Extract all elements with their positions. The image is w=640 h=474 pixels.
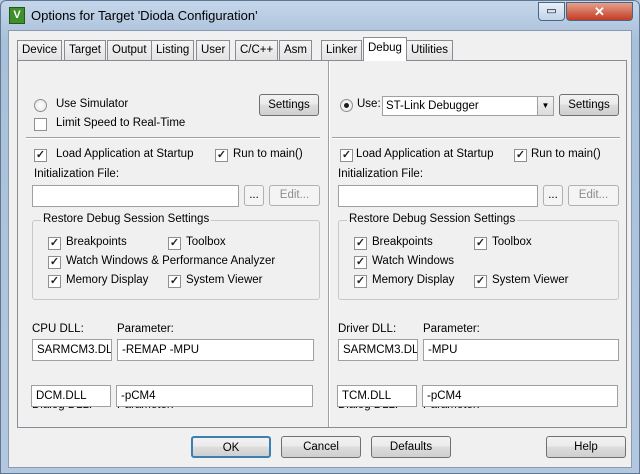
- left-load-app-checkbox[interactable]: ✓: [34, 149, 47, 162]
- right-run-to-main-label: Run to main(): [531, 148, 601, 160]
- left-dialog-dll-field[interactable]: DCM.DLL: [31, 385, 111, 407]
- tab-device[interactable]: Device: [17, 40, 63, 60]
- restore-window-button[interactable]: ▭: [538, 2, 565, 21]
- left-watch-checkbox[interactable]: ✓: [48, 256, 61, 269]
- tab-target[interactable]: Target: [64, 40, 106, 60]
- driver-param-input[interactable]: -MPU: [423, 339, 619, 361]
- tab-c-cpp[interactable]: C/C++: [235, 40, 279, 60]
- right-restore-title: Restore Debug Session Settings: [347, 213, 518, 225]
- right-breakpoints-checkbox[interactable]: ✓: [354, 237, 367, 250]
- dialog-client-area: Device Target Output Listing User C/C++ …: [8, 30, 632, 468]
- options-dialog-window: V Options for Target 'Dioda Configuratio…: [0, 0, 640, 474]
- use-simulator-label: Use Simulator: [56, 98, 129, 110]
- simulator-settings-button[interactable]: Settings: [259, 94, 319, 116]
- right-system-viewer-checkbox[interactable]: ✓: [474, 275, 487, 288]
- tab-debug[interactable]: Debug: [363, 37, 407, 61]
- right-init-file-label: Initialization File:: [338, 168, 424, 180]
- left-toolbox-label: Toolbox: [186, 236, 226, 248]
- left-run-to-main-label: Run to main(): [233, 148, 303, 160]
- right-load-app-label: Load Application at Startup: [356, 148, 494, 160]
- left-init-file-input[interactable]: [32, 185, 239, 207]
- ok-button[interactable]: OK: [191, 436, 271, 458]
- tab-linker[interactable]: Linker: [321, 40, 363, 60]
- right-run-to-main-checkbox[interactable]: ✓: [514, 149, 527, 162]
- defaults-button[interactable]: Defaults: [371, 436, 451, 458]
- left-memory-checkbox[interactable]: ✓: [48, 275, 61, 288]
- right-toolbox-label: Toolbox: [492, 236, 532, 248]
- right-dialog-dll-input[interactable]: TCM.DLL: [337, 385, 417, 407]
- left-breakpoints-checkbox[interactable]: ✓: [48, 237, 61, 250]
- left-watch-label: Watch Windows & Performance Analyzer: [66, 255, 276, 267]
- help-button[interactable]: Help: [546, 436, 626, 458]
- use-label: Use:: [357, 98, 381, 110]
- right-dialog-param-input[interactable]: -pCM4: [422, 385, 618, 407]
- driver-dll-label: Driver DLL:: [338, 323, 397, 335]
- right-toolbox-checkbox[interactable]: ✓: [474, 237, 487, 250]
- right-edit-button[interactable]: Edit...: [568, 185, 619, 206]
- right-memory-checkbox[interactable]: ✓: [354, 275, 367, 288]
- debug-tab-panel: Use Simulator Settings Limit Speed to Re…: [17, 60, 627, 428]
- cpu-dll-input[interactable]: SARMCM3.DLL: [32, 339, 112, 361]
- left-edit-button[interactable]: Edit...: [269, 185, 320, 206]
- debugger-settings-button[interactable]: Settings: [559, 94, 619, 116]
- right-memory-label: Memory Display: [372, 274, 455, 286]
- chevron-down-icon[interactable]: ▼: [537, 97, 553, 115]
- left-load-app-label: Load Application at Startup: [56, 148, 194, 160]
- left-toolbox-checkbox[interactable]: ✓: [168, 237, 181, 250]
- right-system-viewer-label: System Viewer: [492, 274, 569, 286]
- use-simulator-radio[interactable]: [34, 99, 47, 112]
- right-browse-button[interactable]: ...: [543, 185, 563, 206]
- right-load-app-checkbox[interactable]: ✓: [340, 149, 353, 162]
- column-divider: [328, 61, 330, 427]
- debugger-select-value: ST-Link Debugger: [386, 100, 479, 112]
- keil-app-icon: V: [9, 7, 25, 24]
- cancel-button[interactable]: Cancel: [281, 436, 361, 458]
- cpu-param-label: Parameter:: [117, 323, 174, 335]
- left-run-to-main-checkbox[interactable]: ✓: [215, 149, 228, 162]
- left-breakpoints-label: Breakpoints: [66, 236, 127, 248]
- tab-user[interactable]: User: [196, 40, 231, 60]
- left-dialog-param-input[interactable]: -pCM4: [116, 385, 313, 407]
- driver-dll-input[interactable]: SARMCM3.DLL: [338, 339, 418, 361]
- tab-listing[interactable]: Listing: [151, 40, 195, 60]
- use-debugger-radio[interactable]: [340, 99, 353, 112]
- title-bar[interactable]: V Options for Target 'Dioda Configuratio…: [1, 1, 639, 31]
- left-system-viewer-checkbox[interactable]: ✓: [168, 275, 181, 288]
- left-separator: [26, 137, 320, 139]
- cpu-dll-label: CPU DLL:: [32, 323, 84, 335]
- tab-asm[interactable]: Asm: [279, 40, 312, 60]
- right-watch-label: Watch Windows: [372, 255, 455, 267]
- left-memory-label: Memory Display: [66, 274, 149, 286]
- left-restore-title: Restore Debug Session Settings: [41, 213, 212, 225]
- driver-param-label: Parameter:: [423, 323, 480, 335]
- right-breakpoints-label: Breakpoints: [372, 236, 433, 248]
- left-system-viewer-label: System Viewer: [186, 274, 263, 286]
- cpu-param-input[interactable]: -REMAP -MPU: [117, 339, 314, 361]
- left-browse-button[interactable]: ...: [244, 185, 264, 206]
- close-button[interactable]: ✕: [566, 2, 633, 21]
- right-watch-checkbox[interactable]: ✓: [354, 256, 367, 269]
- limit-speed-label: Limit Speed to Real-Time: [56, 117, 186, 129]
- window-title: Options for Target 'Dioda Configuration': [31, 8, 258, 23]
- tab-utilities[interactable]: Utilities: [406, 40, 454, 60]
- debugger-select[interactable]: ST-Link Debugger ▼: [382, 96, 554, 116]
- right-separator: [332, 137, 620, 139]
- limit-speed-checkbox[interactable]: [34, 118, 47, 131]
- tab-output[interactable]: Output: [107, 40, 152, 60]
- right-init-file-input[interactable]: [338, 185, 538, 207]
- left-init-file-label: Initialization File:: [34, 168, 120, 180]
